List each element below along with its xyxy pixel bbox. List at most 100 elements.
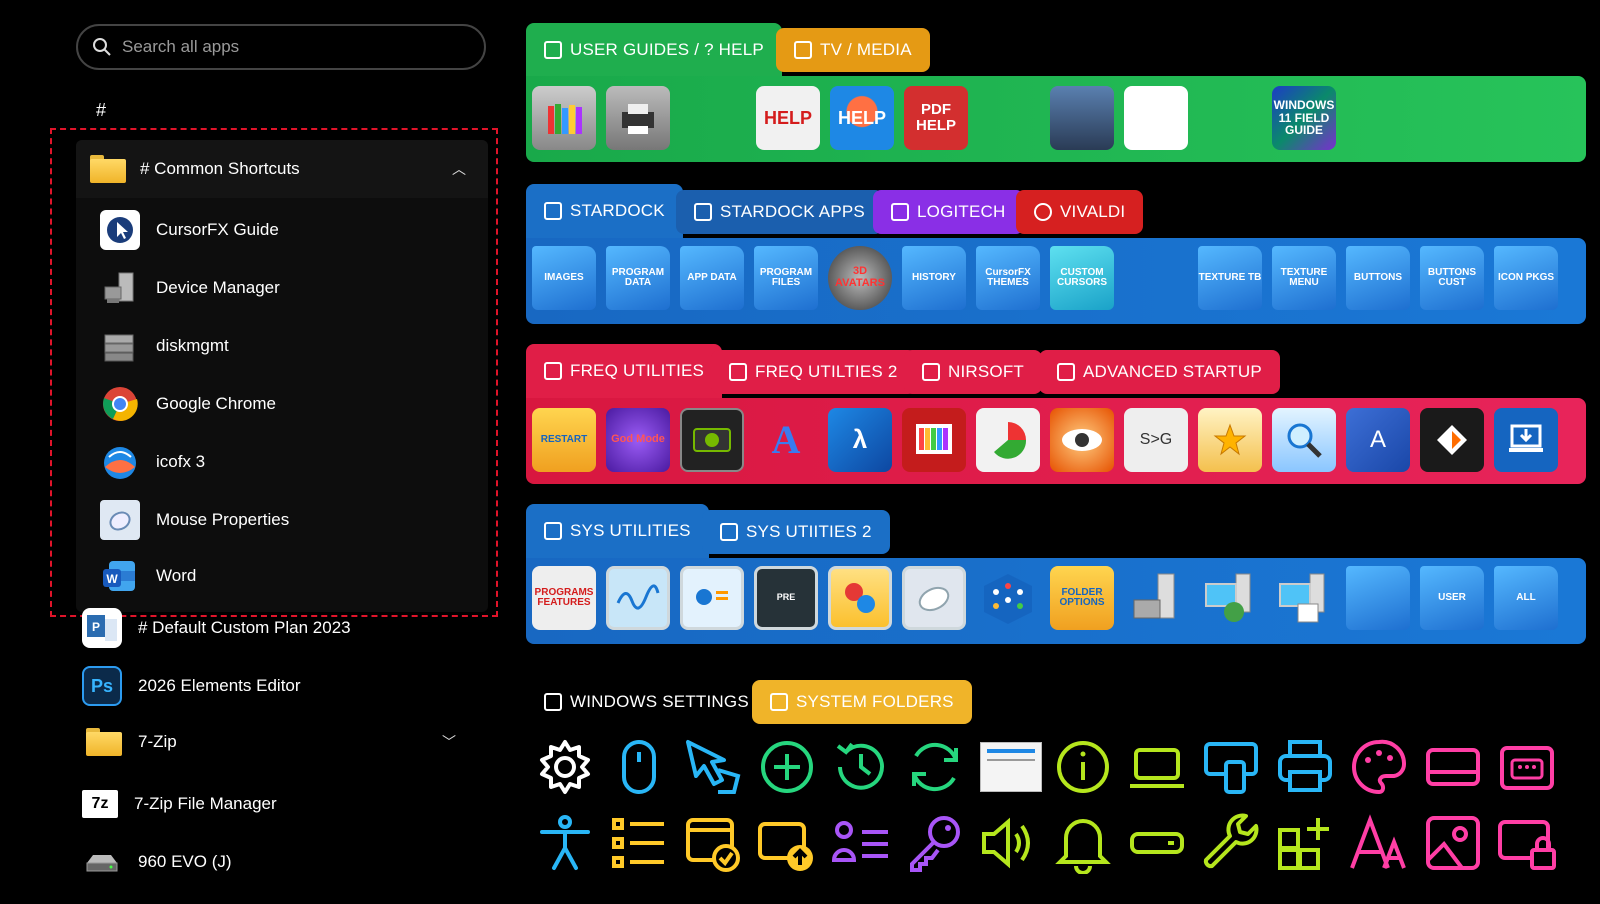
download-icon[interactable] (1494, 408, 1558, 472)
app-icofx[interactable]: icofx 3 (100, 436, 205, 488)
mouse-tile-icon[interactable] (902, 566, 966, 630)
program-data-folder[interactable]: PROGRAM DATA (606, 246, 670, 310)
tab-vivaldi[interactable]: VIVALDI (1016, 190, 1144, 234)
upload-icon[interactable] (756, 812, 818, 874)
tablet-icon[interactable] (1422, 736, 1484, 798)
app-elements-editor[interactable]: Ps 2026 Elements Editor (82, 660, 301, 712)
font-size-icon[interactable] (1348, 812, 1410, 874)
images-folder[interactable]: IMAGES (532, 246, 596, 310)
texture-tb-folder[interactable]: TEXTURE TB (1198, 246, 1262, 310)
home-designer-icon[interactable] (1050, 86, 1114, 150)
app-7zip-folder[interactable]: 7-Zip ﹀ (82, 716, 472, 768)
wrench-icon[interactable] (1200, 812, 1262, 874)
error-info-icon[interactable] (828, 566, 892, 630)
gear-icon[interactable] (534, 736, 596, 798)
texture-menu-folder[interactable]: TEXTURE MENU (1272, 246, 1336, 310)
pointer-icon[interactable] (682, 736, 744, 798)
backup-icon[interactable] (1198, 566, 1262, 630)
star-icon[interactable] (1198, 408, 1262, 472)
eye-icon[interactable] (1050, 408, 1114, 472)
diamond-icon[interactable] (1420, 408, 1484, 472)
tab-user-guides[interactable]: USER GUIDES / ? HELP (526, 23, 782, 77)
programs-features-tile[interactable]: PROGRAMS FEATURES (532, 566, 596, 630)
app-7zip-manager[interactable]: 7z 7-Zip File Manager (82, 778, 277, 830)
accessibility-icon[interactable] (534, 812, 596, 874)
app-mouse-properties[interactable]: Mouse Properties (100, 494, 289, 546)
reference-manual-icon[interactable] (1124, 86, 1188, 150)
s-g-tile[interactable]: S>G (1124, 408, 1188, 472)
tab-tv-media[interactable]: TV / MEDIA (776, 28, 930, 72)
search-input[interactable] (122, 37, 462, 57)
bar-icon[interactable] (1126, 812, 1188, 874)
color-bars-icon[interactable] (902, 408, 966, 472)
program-files-folder[interactable]: PROGRAM FILES (754, 246, 818, 310)
font-icon[interactable]: A (754, 408, 818, 472)
cursorfx-themes-folder[interactable]: CursorFX THEMES (976, 246, 1040, 310)
tab-system-folders[interactable]: SYSTEM FOLDERS (752, 680, 972, 724)
people-list-icon[interactable] (830, 812, 892, 874)
terminal-pre-tile[interactable]: PRE (754, 566, 818, 630)
monitor-wave-icon[interactable] (606, 566, 670, 630)
history-folder[interactable]: HISTORY (902, 246, 966, 310)
windows11-icon[interactable] (980, 742, 1042, 792)
palette-icon[interactable] (1348, 736, 1410, 798)
tab-windows-settings[interactable]: WINDOWS SETTINGS (526, 680, 767, 724)
app-google-chrome[interactable]: Google Chrome (100, 378, 276, 430)
3d-avatars-tile[interactable]: 3D AVATARS (828, 246, 892, 310)
buttons-cust-folder[interactable]: BUTTONS CUST (1420, 246, 1484, 310)
refresh-icon[interactable] (904, 736, 966, 798)
icon-pkgs-folder[interactable]: ICON PKGS (1494, 246, 1558, 310)
buttons-folder[interactable]: BUTTONS (1346, 246, 1410, 310)
calendar-check-icon[interactable] (682, 812, 744, 874)
presentation-icon[interactable] (680, 566, 744, 630)
god-mode-tile[interactable]: God Mode (606, 408, 670, 472)
image-icon[interactable] (1422, 812, 1484, 874)
library-icon[interactable] (532, 86, 596, 150)
app-diskmgmt[interactable]: diskmgmt (100, 320, 229, 372)
history-icon[interactable] (830, 736, 892, 798)
tab-logitech[interactable]: LOGITECH (873, 190, 1024, 234)
app-cursorfx-guide[interactable]: CursorFX Guide (100, 204, 279, 256)
magnifier-icon[interactable] (1272, 408, 1336, 472)
printer-icon[interactable] (606, 86, 670, 150)
apps-add-icon[interactable] (1274, 812, 1336, 874)
custom-cursors-folder[interactable]: CUSTOM CURSORS (1050, 246, 1114, 310)
restart-tile[interactable]: RESTART (532, 408, 596, 472)
tab-stardock-apps[interactable]: STARDOCK APPS (676, 190, 883, 234)
lock-screen-icon[interactable] (1496, 812, 1558, 874)
app-default-custom-plan[interactable]: P # Default Custom Plan 2023 (82, 602, 351, 654)
cube-icon[interactable] (976, 566, 1040, 630)
key-icon[interactable] (904, 812, 966, 874)
bell-icon[interactable] (1052, 812, 1114, 874)
folder-options-tile[interactable]: FOLDER OPTIONS (1050, 566, 1114, 630)
list-icon[interactable] (608, 812, 670, 874)
mouse-icon[interactable] (608, 736, 670, 798)
printer-icon[interactable] (1274, 736, 1336, 798)
home-folder-icon[interactable] (1346, 566, 1410, 630)
pie-icon[interactable] (976, 408, 1040, 472)
checklist-icon[interactable] (1272, 566, 1336, 630)
app-960-evo[interactable]: 960 EVO (J) (82, 836, 232, 888)
app-device-manager[interactable]: Device Manager (100, 262, 280, 314)
tab-nirsoft[interactable]: NIRSOFT (904, 350, 1043, 394)
tab-freq-utilities-2[interactable]: FREQ UTILTIES 2 (711, 350, 916, 394)
windows11-field-guide-tile[interactable]: WINDOWS 11 FIELD GUIDE (1272, 86, 1336, 150)
chevron-down-icon[interactable]: ﹀ (442, 732, 456, 752)
all-folder[interactable]: ALL (1494, 566, 1558, 630)
tab-freq-utilities[interactable]: FREQ UTILITIES (526, 344, 723, 398)
tab-sys-utilities[interactable]: SYS UTILITIES (526, 504, 709, 558)
app-data-folder[interactable]: APP DATA (680, 246, 744, 310)
gpu-icon[interactable] (680, 408, 744, 472)
pdf-help-tile[interactable]: PDF HELP (904, 86, 968, 150)
plus-circle-icon[interactable] (756, 736, 818, 798)
info-icon[interactable] (1052, 736, 1114, 798)
speaker-icon[interactable] (978, 812, 1040, 874)
tab-advanced-startup[interactable]: ADVANCED STARTUP (1039, 350, 1280, 394)
toolbox-icon[interactable] (1124, 566, 1188, 630)
tab-stardock[interactable]: STARDOCK (526, 184, 683, 238)
keyboard-icon[interactable] (1496, 736, 1558, 798)
laptop-icon[interactable] (1126, 736, 1188, 798)
tab-sys-utilities-2[interactable]: SYS UTIITIES 2 (702, 510, 890, 554)
remote-icon[interactable] (1200, 736, 1262, 798)
help-tile-2[interactable]: HELP (830, 86, 894, 150)
